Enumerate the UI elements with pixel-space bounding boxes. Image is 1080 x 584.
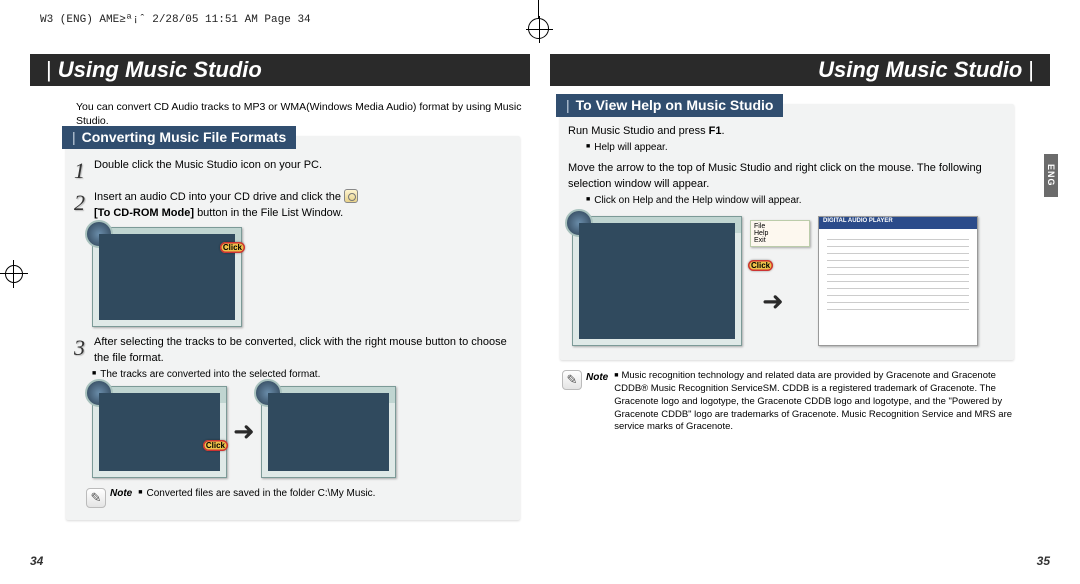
note-right: ✎ Note ■Music recognition technology and…: [562, 370, 1014, 434]
note-label: Note: [110, 488, 132, 499]
title-rule-icon-r: |: [1028, 57, 1034, 83]
registration-mark-top: [528, 18, 549, 39]
click-badge-2: Click: [203, 440, 228, 451]
note-bullet-icon-r: ■: [614, 372, 618, 379]
step-1-text: Double click the Music Studio icon on yo…: [94, 158, 512, 184]
chapter-title-right: Using Music Studio |: [550, 54, 1050, 86]
screenshot-convert-a: Click: [92, 386, 227, 478]
page-right: Using Music Studio | ENG | To View Help …: [540, 54, 1050, 570]
help-panel-title: | To View Help on Music Studio: [556, 94, 783, 117]
left-body: You can convert CD Audio tracks to MP3 o…: [30, 86, 530, 524]
intro-text: You can convert CD Audio tracks to MP3 o…: [76, 100, 524, 128]
help-ss-group-a: FileHelpExit Click ➜: [572, 216, 742, 346]
page-spread: | Using Music Studio You can convert CD …: [30, 54, 1050, 570]
note-right-text-content: Music recognition technology and related…: [614, 370, 1012, 432]
convert-panel: | Converting Music File Formats 1 Double…: [66, 136, 520, 520]
step-2-bold: [To CD-ROM Mode]: [94, 207, 194, 219]
chapter-title-text: Using Music Studio: [58, 57, 262, 83]
help-line1: Run Music Studio and press F1.: [568, 124, 1006, 139]
step-2-num: 2: [74, 190, 94, 221]
page-left: | Using Music Studio You can convert CD …: [30, 54, 540, 570]
click-badge-1: Click: [220, 242, 245, 253]
context-menu: FileHelpExit: [750, 220, 810, 247]
step-2-text-b: button in the File List Window.: [197, 207, 343, 219]
help-line1-c: .: [721, 125, 724, 137]
screenshot-convert-b: [261, 386, 396, 478]
step-2-text: Insert an audio CD into your CD drive an…: [94, 190, 512, 221]
step-2: 2 Insert an audio CD into your CD drive …: [74, 190, 512, 221]
title-bar-icon: |: [72, 129, 76, 145]
title-rule-icon: |: [46, 57, 52, 83]
page-num-left: 34: [30, 554, 43, 568]
cd-rom-icon: [344, 189, 358, 203]
help-window-header: DIGITAL AUDIO PLAYER: [819, 217, 977, 229]
title-bar-icon-r: |: [566, 97, 570, 113]
screenshot-cdrom: Click: [92, 227, 242, 327]
note-left: ✎ Note ■ Converted files are saved in th…: [86, 488, 512, 508]
click-badge-help: Click: [748, 260, 773, 271]
help-panel-title-text: To View Help on Music Studio: [576, 97, 774, 113]
lang-tab: ENG: [1044, 154, 1058, 197]
help-panel: | To View Help on Music Studio Run Music…: [560, 104, 1014, 360]
step-1-num: 1: [74, 158, 94, 184]
step-2-text-a: Insert an audio CD into your CD drive an…: [94, 191, 344, 203]
note-left-text: Converted files are saved in the folder …: [146, 488, 375, 499]
screenshot-help-main: [572, 216, 742, 346]
note-icon-r: ✎: [562, 370, 582, 390]
note-label-r: Note: [586, 372, 608, 383]
page-num-right: 35: [1037, 554, 1050, 568]
note-bullet-icon: ■: [138, 489, 142, 496]
step-3-text: After selecting the tracks to be convert…: [94, 335, 512, 366]
note-icon: ✎: [86, 488, 106, 508]
right-body: | To View Help on Music Studio Run Music…: [550, 86, 1050, 440]
step-1: 1 Double click the Music Studio icon on …: [74, 158, 512, 184]
convert-panel-title: | Converting Music File Formats: [62, 126, 296, 149]
help-line1-b: F1: [709, 125, 722, 137]
arrow-icon-r: ➜: [762, 286, 784, 317]
registration-mark-left: [0, 260, 28, 288]
convert-panel-title-text: Converting Music File Formats: [82, 129, 287, 145]
help-sub2: Click on Help and the Help window will a…: [586, 195, 1006, 206]
step-3: 3 After selecting the tracks to be conve…: [74, 335, 512, 366]
help-window: DIGITAL AUDIO PLAYER: [818, 216, 978, 346]
step-3-sub: The tracks are converted into the select…: [92, 369, 512, 380]
help-line1-a: Run Music Studio and press: [568, 125, 709, 137]
note-right-text: ■Music recognition technology and relate…: [614, 370, 1014, 434]
help-window-lines: [827, 239, 969, 337]
step-3-num: 3: [74, 335, 94, 366]
chapter-title-left: | Using Music Studio: [30, 54, 530, 86]
chapter-title-text-r: Using Music Studio: [818, 57, 1022, 83]
help-sub1: Help will appear.: [586, 142, 1006, 153]
help-line2: Move the arrow to the top of Music Studi…: [568, 161, 1006, 192]
screenshot-row: Click ➜: [92, 386, 512, 478]
arrow-icon: ➜: [233, 416, 255, 447]
help-screenshot-row: FileHelpExit Click ➜ DIGITAL AUDIO PLAYE…: [572, 216, 1006, 346]
print-header: W3 (ENG) AME≥ª¡ˆ 2/28/05 11:51 AM Page 3…: [40, 14, 311, 26]
